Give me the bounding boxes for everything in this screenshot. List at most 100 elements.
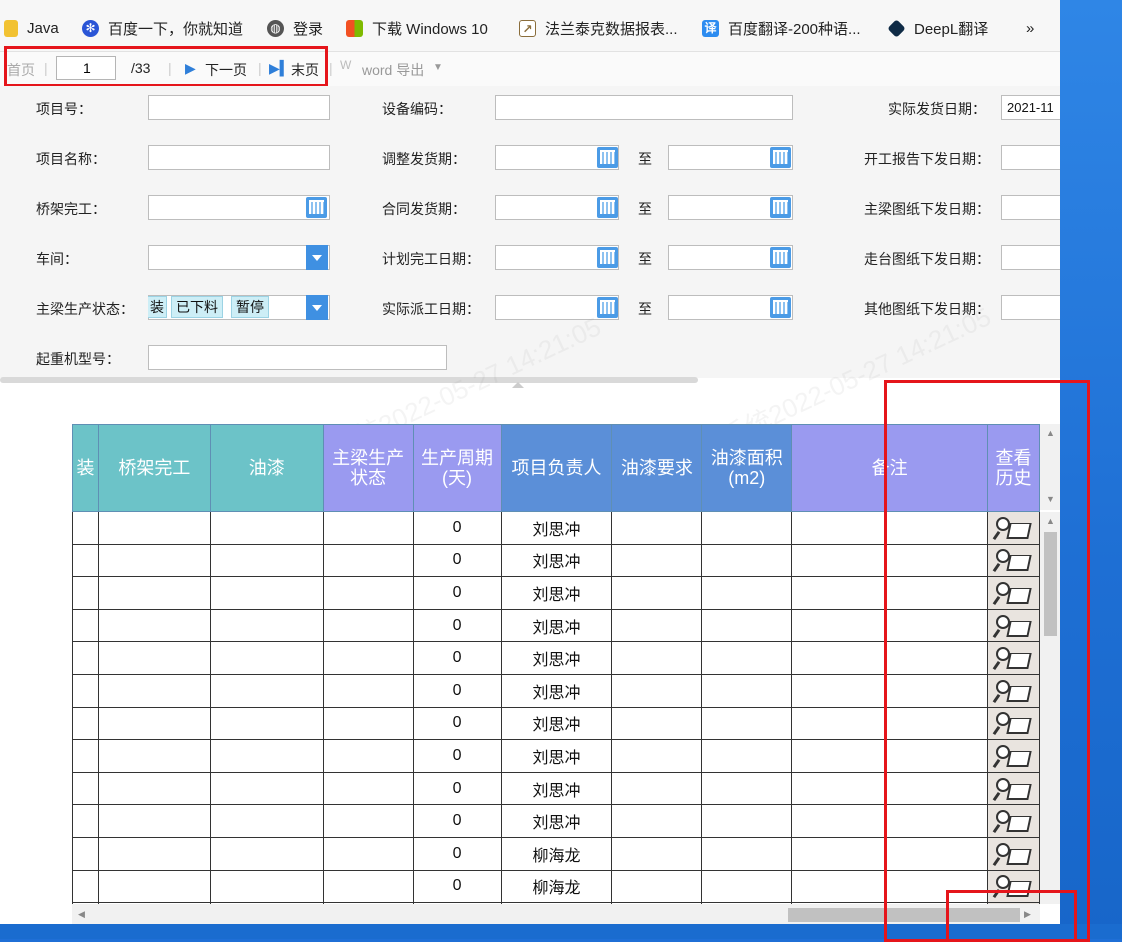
column-header[interactable]: 主梁生产状态 bbox=[322, 424, 414, 512]
status-tag[interactable]: 装 bbox=[148, 296, 167, 318]
table-row[interactable]: 0 刘思冲 bbox=[72, 804, 1040, 838]
table-row[interactable]: 0 刘思冲 bbox=[72, 771, 1040, 806]
view-history-icon[interactable] bbox=[993, 710, 1033, 736]
first-page-button[interactable]: 首页 bbox=[7, 60, 35, 80]
filter-panel-scrollbar[interactable] bbox=[0, 377, 698, 383]
view-history-icon[interactable] bbox=[993, 547, 1033, 573]
chevron-down-icon[interactable] bbox=[306, 295, 328, 320]
table-row[interactable]: 0 刘思冲 bbox=[72, 641, 1040, 675]
bookmark-java[interactable]: Java bbox=[4, 16, 59, 40]
bookmark-baidu[interactable]: ✻ 百度一下，你就知道 bbox=[82, 16, 243, 40]
view-history-cell[interactable] bbox=[986, 608, 1040, 643]
bridge-done-date-input[interactable] bbox=[148, 195, 330, 220]
view-history-icon[interactable] bbox=[993, 580, 1033, 606]
scroll-up-icon[interactable]: ▲ bbox=[1046, 428, 1055, 438]
table-row[interactable]: 0 柳海龙 bbox=[72, 869, 1040, 904]
column-header[interactable]: 油漆面积(m2) bbox=[701, 424, 793, 512]
view-history-cell[interactable] bbox=[986, 771, 1040, 806]
platform-drawing-input[interactable] bbox=[1001, 245, 1060, 270]
last-page-button[interactable]: 末页 bbox=[291, 60, 319, 80]
table-cell bbox=[791, 739, 988, 773]
collapse-filter-toggle[interactable] bbox=[446, 378, 590, 392]
other-drawing-input[interactable] bbox=[1001, 295, 1060, 320]
view-history-cell[interactable] bbox=[986, 706, 1040, 741]
view-history-icon[interactable] bbox=[993, 515, 1033, 541]
view-history-cell[interactable] bbox=[986, 673, 1040, 708]
view-history-cell[interactable] bbox=[986, 511, 1040, 545]
status-tag[interactable]: 暂停 bbox=[231, 296, 269, 318]
start-report-input[interactable] bbox=[1001, 145, 1060, 170]
column-header[interactable]: 装 bbox=[72, 424, 99, 512]
table-row[interactable]: 0 刘思冲 bbox=[72, 543, 1040, 578]
actual-ship-input[interactable]: 2021-11 bbox=[1001, 95, 1060, 120]
view-history-icon[interactable] bbox=[993, 776, 1033, 802]
column-header[interactable]: 桥架完工 bbox=[97, 424, 211, 512]
scroll-up-icon[interactable]: ▲ bbox=[1046, 516, 1055, 526]
table-row[interactable]: 0 刘思冲 bbox=[72, 706, 1040, 741]
calendar-icon[interactable] bbox=[770, 247, 791, 268]
calendar-icon[interactable] bbox=[597, 247, 618, 268]
table-row[interactable]: 0 刘思冲 bbox=[72, 511, 1040, 545]
equipment-code-input[interactable] bbox=[495, 95, 793, 120]
view-history-cell[interactable] bbox=[986, 739, 1040, 773]
column-header[interactable]: 油漆 bbox=[209, 424, 324, 512]
view-history-icon[interactable] bbox=[993, 873, 1033, 899]
view-history-cell[interactable] bbox=[986, 543, 1040, 578]
calendar-icon[interactable] bbox=[597, 197, 618, 218]
chevron-down-icon[interactable] bbox=[306, 245, 328, 270]
status-tag[interactable]: 已下料 bbox=[171, 296, 223, 318]
table-row[interactable]: 0 刘思冲 bbox=[72, 608, 1040, 643]
view-history-cell[interactable] bbox=[986, 641, 1040, 675]
calendar-icon[interactable] bbox=[597, 297, 618, 318]
calendar-icon[interactable] bbox=[770, 197, 791, 218]
project-no-input[interactable] bbox=[148, 95, 330, 120]
calendar-icon[interactable] bbox=[597, 147, 618, 168]
table-row[interactable]: 0 刘思冲 bbox=[72, 673, 1040, 708]
scroll-down-icon[interactable]: ▼ bbox=[1046, 494, 1055, 504]
view-history-icon[interactable] bbox=[993, 841, 1033, 867]
table-row[interactable]: 0 刘思冲 bbox=[72, 576, 1040, 610]
other-drawing-label: 其他图纸下发日期： bbox=[864, 301, 990, 317]
project-name-input[interactable] bbox=[148, 145, 330, 170]
scroll-right-icon[interactable]: ▶ bbox=[1024, 909, 1031, 920]
table-cell bbox=[72, 641, 99, 675]
column-header[interactable]: 油漆要求 bbox=[611, 424, 703, 512]
horizontal-scroll-thumb[interactable] bbox=[788, 908, 1020, 922]
header-scrollbar[interactable]: ▲ ▼ bbox=[1040, 424, 1060, 510]
bookmarks-more-button[interactable]: » bbox=[1026, 16, 1034, 40]
bookmark-report-system[interactable]: ↗ 法兰泰克数据报表... bbox=[519, 16, 678, 40]
bookmark-baidu-translate[interactable]: 译百度翻译-200种语... bbox=[702, 16, 861, 40]
view-history-icon[interactable] bbox=[993, 645, 1033, 671]
calendar-icon[interactable] bbox=[770, 297, 791, 318]
view-history-cell[interactable] bbox=[986, 836, 1040, 871]
bookmark-login[interactable]: ◍ 登录 bbox=[267, 16, 323, 40]
column-header[interactable]: 生产周期(天) bbox=[412, 424, 502, 512]
calendar-icon[interactable] bbox=[770, 147, 791, 168]
bookmark-deepl[interactable]: DeepL翻译 bbox=[887, 16, 988, 40]
table-row[interactable]: 0 柳海龙 bbox=[72, 836, 1040, 871]
vertical-scroll-thumb[interactable] bbox=[1044, 532, 1057, 636]
scroll-left-icon[interactable]: ◀ bbox=[78, 909, 85, 920]
view-history-icon[interactable] bbox=[993, 743, 1033, 769]
view-history-cell[interactable] bbox=[986, 804, 1040, 838]
table-cell bbox=[611, 511, 703, 545]
table-row[interactable]: 0 刘思冲 bbox=[72, 739, 1040, 773]
deepl-icon bbox=[887, 18, 906, 38]
view-history-icon[interactable] bbox=[993, 808, 1033, 834]
column-header[interactable]: 查看历史 bbox=[986, 424, 1040, 512]
view-history-cell[interactable] bbox=[986, 576, 1040, 610]
word-export-button[interactable]: word 导出 bbox=[362, 60, 424, 80]
owner-cell: 刘思冲 bbox=[500, 739, 613, 773]
view-history-cell[interactable] bbox=[986, 869, 1040, 904]
column-header[interactable]: 项目负责人 bbox=[500, 424, 613, 512]
girder-drawing-input[interactable] bbox=[1001, 195, 1060, 220]
next-page-button[interactable]: 下一页 bbox=[205, 60, 247, 80]
crane-model-input[interactable] bbox=[148, 345, 447, 370]
bookmark-windows10[interactable]: 下载 Windows 10 bbox=[346, 16, 488, 40]
calendar-icon[interactable] bbox=[306, 197, 327, 218]
view-history-icon[interactable] bbox=[993, 678, 1033, 704]
view-history-icon[interactable] bbox=[993, 613, 1033, 639]
page-number-input[interactable] bbox=[56, 56, 116, 80]
workshop-select[interactable] bbox=[148, 245, 330, 270]
column-header[interactable]: 备注 bbox=[791, 424, 988, 512]
